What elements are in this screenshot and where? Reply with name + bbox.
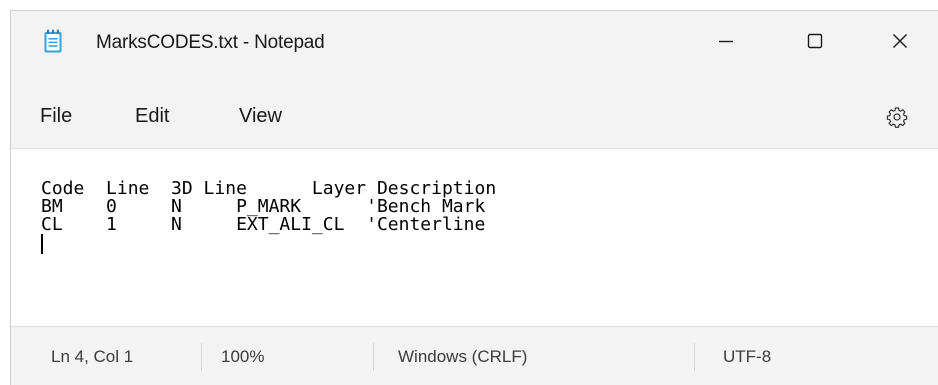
text-caret bbox=[41, 234, 43, 254]
title-bar[interactable]: MarksCODES.txt - Notepad bbox=[11, 11, 938, 76]
minimize-icon bbox=[717, 32, 735, 50]
menu-bar: File Edit View bbox=[11, 87, 938, 145]
status-divider bbox=[694, 343, 695, 371]
editor-content: Code Line 3D Line Layer Description BM 0… bbox=[41, 180, 496, 255]
status-divider bbox=[373, 343, 374, 371]
status-bar: Ln 4, Col 1 100% Windows (CRLF) UTF-8 bbox=[11, 327, 938, 385]
menu-edit[interactable]: Edit bbox=[135, 105, 169, 128]
notepad-window: MarksCODES.txt - Notepad File Edit View bbox=[10, 10, 938, 385]
close-button[interactable] bbox=[865, 11, 935, 71]
maximize-icon bbox=[806, 32, 824, 50]
notepad-icon bbox=[44, 29, 62, 53]
line-ending[interactable]: Windows (CRLF) bbox=[398, 347, 527, 367]
window-title: MarksCODES.txt - Notepad bbox=[96, 32, 325, 53]
minimize-button[interactable] bbox=[691, 11, 761, 71]
menu-file[interactable]: File bbox=[40, 105, 72, 128]
encoding[interactable]: UTF-8 bbox=[723, 347, 771, 367]
screenshot-frame: MarksCODES.txt - Notepad File Edit View bbox=[0, 0, 938, 385]
editor-line: CL 1 N EXT_ALI_CL 'Centerline bbox=[41, 214, 486, 235]
text-editor[interactable]: Code Line 3D Line Layer Description BM 0… bbox=[11, 148, 938, 327]
close-icon bbox=[891, 32, 909, 50]
cursor-position: Ln 4, Col 1 bbox=[51, 347, 134, 366]
zoom-level[interactable]: 100% bbox=[221, 347, 264, 367]
gear-icon[interactable] bbox=[886, 106, 908, 128]
menu-view[interactable]: View bbox=[239, 105, 282, 128]
status-divider bbox=[201, 343, 202, 371]
maximize-button[interactable] bbox=[780, 11, 850, 71]
